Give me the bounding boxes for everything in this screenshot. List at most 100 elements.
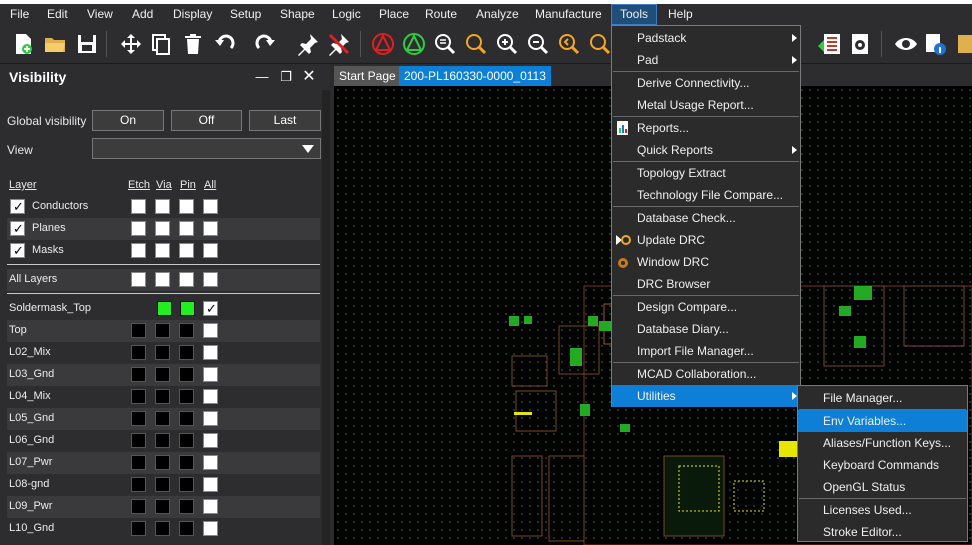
zoom-previous-icon[interactable]: [556, 31, 582, 57]
menu-item-design-compare[interactable]: Design Compare...: [612, 296, 800, 318]
open-folder-icon[interactable]: [42, 31, 68, 57]
settings-doc-icon[interactable]: [847, 31, 873, 57]
all-checkbox[interactable]: [203, 323, 218, 338]
redo-icon[interactable]: [252, 31, 278, 57]
menu-item-licenses-used[interactable]: Licenses Used...: [798, 499, 967, 521]
via-checkbox[interactable]: [155, 477, 170, 492]
copy-icon[interactable]: [148, 31, 174, 57]
via-checkbox[interactable]: [155, 199, 170, 214]
all-checkbox[interactable]: [203, 243, 218, 258]
zoom-fit-icon[interactable]: [463, 31, 489, 57]
menu-help[interactable]: Help: [668, 4, 693, 25]
unpin-icon[interactable]: [326, 31, 352, 57]
global-on-button[interactable]: On: [92, 110, 164, 131]
ratsnest-red-icon[interactable]: [370, 31, 396, 57]
global-off-button[interactable]: Off: [171, 110, 242, 131]
pin-checkbox[interactable]: [179, 433, 194, 448]
pin-checkbox[interactable]: [179, 345, 194, 360]
pin-checkbox[interactable]: [179, 199, 194, 214]
all-checkbox[interactable]: [203, 345, 218, 360]
pin-checkbox[interactable]: [179, 221, 194, 236]
global-last-button[interactable]: Last: [249, 110, 321, 131]
menu-add[interactable]: Add: [132, 4, 153, 25]
view-dropdown[interactable]: [92, 138, 321, 159]
all-checkbox[interactable]: [203, 521, 218, 536]
pin-checkbox[interactable]: [179, 477, 194, 492]
eye-icon[interactable]: [893, 31, 919, 57]
pin-checkbox[interactable]: [179, 455, 194, 470]
via-checkbox[interactable]: [155, 345, 170, 360]
zoom-in-icon[interactable]: [494, 31, 520, 57]
etch-checkbox[interactable]: [131, 389, 146, 404]
pin-checkbox[interactable]: [179, 323, 194, 338]
all-checkbox[interactable]: [203, 367, 218, 382]
pin-checkbox[interactable]: [180, 301, 195, 316]
save-icon[interactable]: [74, 31, 100, 57]
etch-checkbox[interactable]: [131, 499, 146, 514]
zoom-list-icon[interactable]: [432, 31, 458, 57]
via-checkbox[interactable]: [155, 272, 170, 287]
etch-checkbox[interactable]: [131, 411, 146, 426]
pin-icon[interactable]: [295, 31, 321, 57]
menu-item-pad[interactable]: Pad: [612, 49, 800, 71]
planes-checkbox[interactable]: ✓: [10, 221, 25, 236]
etch-checkbox[interactable]: [131, 477, 146, 492]
menu-item-quick-reports[interactable]: Quick Reports: [612, 139, 800, 161]
etch-checkbox[interactable]: [131, 272, 146, 287]
info-doc-icon[interactable]: [922, 31, 948, 57]
menu-item-padstack[interactable]: Padstack: [612, 27, 800, 49]
pin-checkbox[interactable]: [179, 521, 194, 536]
float-icon[interactable]: ❐: [277, 68, 295, 86]
panel-icon[interactable]: [955, 31, 972, 57]
menu-item-reports[interactable]: Reports...: [612, 117, 800, 139]
via-checkbox[interactable]: [155, 433, 170, 448]
menu-item-window-drc[interactable]: Window DRC: [612, 251, 800, 273]
etch-checkbox[interactable]: [131, 345, 146, 360]
all-checkbox[interactable]: ✓: [203, 301, 218, 316]
all-checkbox[interactable]: [203, 411, 218, 426]
pin-checkbox[interactable]: [179, 243, 194, 258]
menu-item-database-diary[interactable]: Database Diary...: [612, 318, 800, 340]
menu-item-derive-connectivity[interactable]: Derive Connectivity...: [612, 72, 800, 94]
all-checkbox[interactable]: [203, 389, 218, 404]
menu-item-stroke-editor[interactable]: Stroke Editor...: [798, 521, 967, 543]
delete-icon[interactable]: [180, 31, 206, 57]
pin-checkbox[interactable]: [179, 411, 194, 426]
menu-item-utilities[interactable]: Utilities: [612, 385, 800, 407]
menu-item-aliases-function-keys[interactable]: Aliases/Function Keys...: [798, 432, 967, 454]
via-checkbox[interactable]: [155, 221, 170, 236]
etch-checkbox[interactable]: [131, 323, 146, 338]
menu-item-drc-browser[interactable]: DRC Browser: [612, 273, 800, 295]
via-checkbox[interactable]: [155, 411, 170, 426]
menu-item-metal-usage-report[interactable]: Metal Usage Report...: [612, 94, 800, 116]
menu-shape[interactable]: Shape: [280, 4, 315, 25]
via-checkbox[interactable]: [155, 367, 170, 382]
menu-item-technology-file-compare[interactable]: Technology File Compare...: [612, 184, 800, 206]
zoom-world-icon[interactable]: [587, 31, 613, 57]
via-checkbox[interactable]: [155, 455, 170, 470]
all-checkbox[interactable]: [203, 455, 218, 470]
menu-item-env-variables[interactable]: Env Variables...: [798, 410, 967, 432]
menu-item-opengl-status[interactable]: OpenGL Status: [798, 476, 967, 498]
pin-checkbox[interactable]: [179, 272, 194, 287]
all-checkbox[interactable]: [203, 433, 218, 448]
all-checkbox[interactable]: [203, 499, 218, 514]
all-checkbox[interactable]: [203, 477, 218, 492]
etch-checkbox[interactable]: [131, 455, 146, 470]
menu-item-mcad-collaboration[interactable]: MCAD Collaboration...: [612, 363, 800, 385]
etch-checkbox[interactable]: [131, 521, 146, 536]
menu-manufacture[interactable]: Manufacture: [535, 4, 602, 25]
close-icon[interactable]: ✕: [300, 68, 318, 86]
menu-setup[interactable]: Setup: [230, 4, 261, 25]
menu-display[interactable]: Display: [173, 4, 212, 25]
masks-checkbox[interactable]: ✓: [10, 243, 25, 258]
menu-place[interactable]: Place: [379, 4, 409, 25]
minimize-icon[interactable]: —: [253, 68, 271, 86]
menu-file[interactable]: File: [10, 4, 29, 25]
tab-board-design[interactable]: 200-PL160330-0000_0113: [399, 66, 551, 86]
move-icon[interactable]: [118, 31, 144, 57]
menu-analyze[interactable]: Analyze: [476, 4, 519, 25]
via-checkbox[interactable]: [155, 323, 170, 338]
via-checkbox[interactable]: [155, 499, 170, 514]
menu-item-topology-extract[interactable]: Topology Extract: [612, 162, 800, 184]
